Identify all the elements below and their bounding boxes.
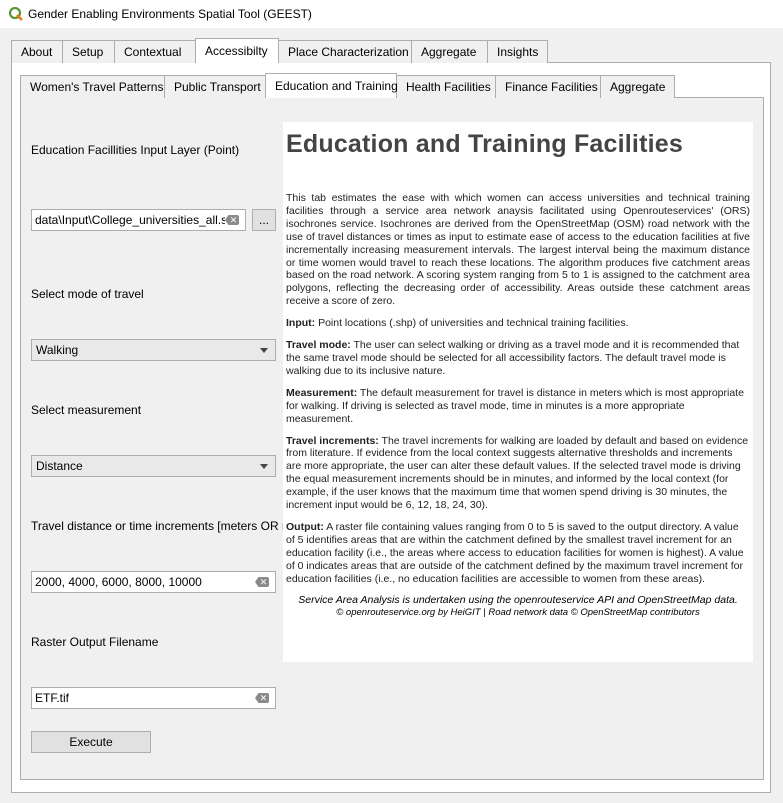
help-input-text: Point locations (.shp) of universities a… <box>315 317 629 330</box>
help-increments: Travel increments: The travel increments… <box>286 435 750 512</box>
help-intro: This tab estimates the ease with which w… <box>286 192 750 308</box>
tab-accessibility[interactable]: Accessibilty <box>195 38 279 63</box>
help-increments-head: Travel increments: <box>286 434 379 447</box>
tab-womens-travel-patterns[interactable]: Women's Travel Patterns <box>20 75 165 98</box>
output-filename-value: ETF.tif <box>35 691 70 705</box>
tab-education-and-training[interactable]: Education and Training <box>265 73 398 98</box>
credit-line-2: © openrouteservice.org by HeiGIT | Road … <box>336 607 700 619</box>
clear-icon[interactable]: ✕ <box>255 577 269 587</box>
measurement-value: Distance <box>36 459 83 473</box>
help-measurement: Measurement: The default measurement for… <box>286 387 750 426</box>
tab-about[interactable]: About <box>11 40 63 63</box>
help-travel-mode: Travel mode: The user can select walking… <box>286 339 750 378</box>
output-filename-field[interactable]: ETF.tif ✕ <box>31 687 276 709</box>
help-panel: Education and Training Facilities This t… <box>283 122 753 662</box>
title-bar: Gender Enabling Environments Spatial Too… <box>0 0 783 28</box>
credit-line-1: Service Area Analysis is undertaken usin… <box>298 594 738 607</box>
tab-finance-facilities[interactable]: Finance Facilities <box>495 75 601 98</box>
tab-contextual[interactable]: Contextual <box>114 40 196 63</box>
tab-insights[interactable]: Insights <box>487 40 548 63</box>
tab-setup[interactable]: Setup <box>62 40 115 63</box>
measurement-select[interactable]: Distance <box>31 455 276 477</box>
help-input-head: Input: <box>286 317 316 330</box>
input-layer-value: data\Input\College_universities_all.shp <box>35 213 225 227</box>
tab-aggregate[interactable]: Aggregate <box>411 40 488 63</box>
help-travel-mode-head: Travel mode: <box>286 339 351 352</box>
increments-label: Travel distance or time increments [mete… <box>31 519 305 533</box>
window-title: Gender Enabling Environments Spatial Too… <box>28 7 312 21</box>
travel-mode-value: Walking <box>36 343 79 357</box>
help-output: Output: A raster file containing values … <box>286 521 750 586</box>
clear-icon[interactable]: ✕ <box>255 693 269 703</box>
help-output-head: Output: <box>286 520 324 533</box>
browse-button[interactable]: ... <box>252 209 276 231</box>
tab-public-transport[interactable]: Public Transport <box>164 75 266 98</box>
tab-place-characterization[interactable]: Place Characterization <box>278 40 412 63</box>
outer-tab-bar: About Setup Contextual Accessibilty Plac… <box>11 38 548 63</box>
help-measurement-head: Measurement: <box>286 386 358 399</box>
travel-mode-label: Select mode of travel <box>31 287 144 301</box>
help-travel-mode-text: The user can select walking or driving a… <box>286 339 740 377</box>
tab-health-facilities[interactable]: Health Facilities <box>396 75 496 98</box>
execute-button[interactable]: Execute <box>31 731 151 753</box>
input-layer-label: Education Facillities Input Layer (Point… <box>31 143 240 157</box>
output-filename-label: Raster Output Filename <box>31 635 159 649</box>
help-title: Education and Training Facilities <box>286 130 683 158</box>
help-credit: Service Area Analysis is undertaken usin… <box>286 594 750 620</box>
measurement-label: Select measurement <box>31 403 142 417</box>
help-output-text: A raster file containing values ranging … <box>286 520 744 585</box>
chevron-down-icon <box>260 463 268 469</box>
qgis-logo-icon <box>9 7 23 21</box>
travel-mode-select[interactable]: Walking <box>31 339 276 361</box>
help-input: Input: Point locations (.shp) of univers… <box>286 317 750 330</box>
chevron-down-icon <box>260 347 268 353</box>
increments-value: 2000, 4000, 6000, 8000, 10000 <box>35 575 202 589</box>
increments-field[interactable]: 2000, 4000, 6000, 8000, 10000 ✕ <box>31 571 276 593</box>
tab-inner-aggregate[interactable]: Aggregate <box>600 75 675 98</box>
input-layer-field[interactable]: data\Input\College_universities_all.shp … <box>31 209 246 231</box>
clear-icon[interactable]: ✕ <box>225 215 239 225</box>
inner-tab-bar: Women's Travel Patterns Public Transport… <box>20 73 675 98</box>
